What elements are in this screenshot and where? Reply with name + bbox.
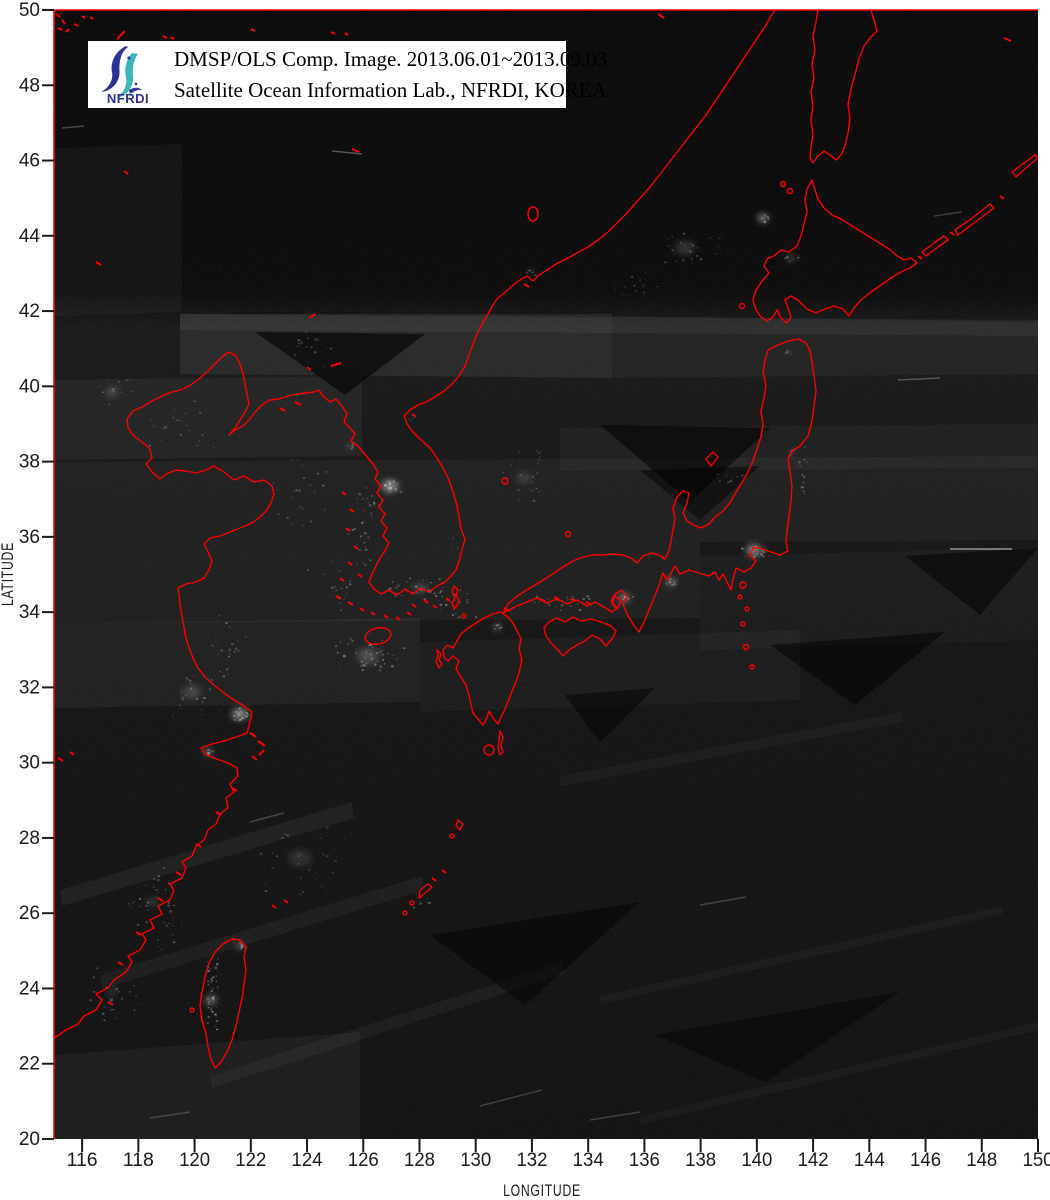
svg-text:38: 38 [19, 452, 40, 473]
svg-text:40: 40 [19, 376, 40, 397]
svg-text:144: 144 [854, 1150, 885, 1171]
svg-text:138: 138 [685, 1150, 716, 1171]
latitude-axis: 50 48 46 44 42 40 38 36 34 32 30 28 26 24 22 20 [19, 0, 54, 1150]
svg-text:116: 116 [67, 1150, 98, 1171]
svg-text:42: 42 [19, 301, 40, 322]
longitude-axis: 116 118 120 122 124 126 128 130 132 134 136 138 140 1… [67, 1139, 1050, 1171]
svg-text:128: 128 [404, 1150, 435, 1171]
latitude-axis-title: LATITUDE [0, 542, 18, 606]
svg-text:34: 34 [19, 602, 41, 623]
svg-text:122: 122 [235, 1150, 266, 1171]
svg-text:130: 130 [460, 1150, 491, 1171]
svg-text:24: 24 [19, 978, 41, 999]
title-line-2: Satellite Ocean Information Lab., NFRDI,… [174, 77, 607, 102]
page: 50 48 46 44 42 40 38 36 34 32 30 28 26 24 22 20 116 118 12… [0, 0, 1050, 1200]
svg-text:46: 46 [19, 151, 40, 172]
svg-text:134: 134 [573, 1150, 604, 1171]
svg-text:36: 36 [19, 527, 40, 548]
title-line-1: DMSP/OLS Comp. Image. 2013.06.01~2013.09… [174, 46, 608, 71]
svg-text:126: 126 [348, 1150, 379, 1171]
svg-text:146: 146 [910, 1150, 941, 1171]
svg-text:150: 150 [1023, 1150, 1050, 1171]
svg-text:50: 50 [19, 0, 40, 21]
svg-text:44: 44 [19, 226, 41, 247]
svg-text:124: 124 [292, 1150, 323, 1171]
svg-text:140: 140 [741, 1150, 772, 1171]
svg-text:148: 148 [966, 1150, 997, 1171]
svg-text:30: 30 [19, 753, 40, 774]
svg-text:136: 136 [629, 1150, 660, 1171]
nfrdi-logo-icon: NFRDI [96, 43, 160, 107]
svg-text:118: 118 [123, 1150, 154, 1171]
svg-text:22: 22 [19, 1054, 40, 1075]
svg-text:32: 32 [19, 677, 40, 698]
svg-text:120: 120 [179, 1150, 210, 1171]
map-content [54, 10, 1038, 1139]
logo-text: NFRDI [106, 90, 150, 106]
svg-text:48: 48 [19, 75, 40, 96]
svg-text:28: 28 [19, 828, 40, 849]
svg-text:20: 20 [19, 1129, 40, 1150]
svg-text:142: 142 [798, 1150, 829, 1171]
info-box: NFRDI DMSP/OLS Comp. Image. 2013.06.01~2… [88, 41, 607, 108]
longitude-axis-title: LONGITUDE [503, 1182, 581, 1200]
satellite-map: 50 48 46 44 42 40 38 36 34 32 30 28 26 24 22 20 116 118 12… [0, 0, 1050, 1200]
svg-text:26: 26 [19, 903, 40, 924]
svg-text:132: 132 [516, 1150, 547, 1171]
